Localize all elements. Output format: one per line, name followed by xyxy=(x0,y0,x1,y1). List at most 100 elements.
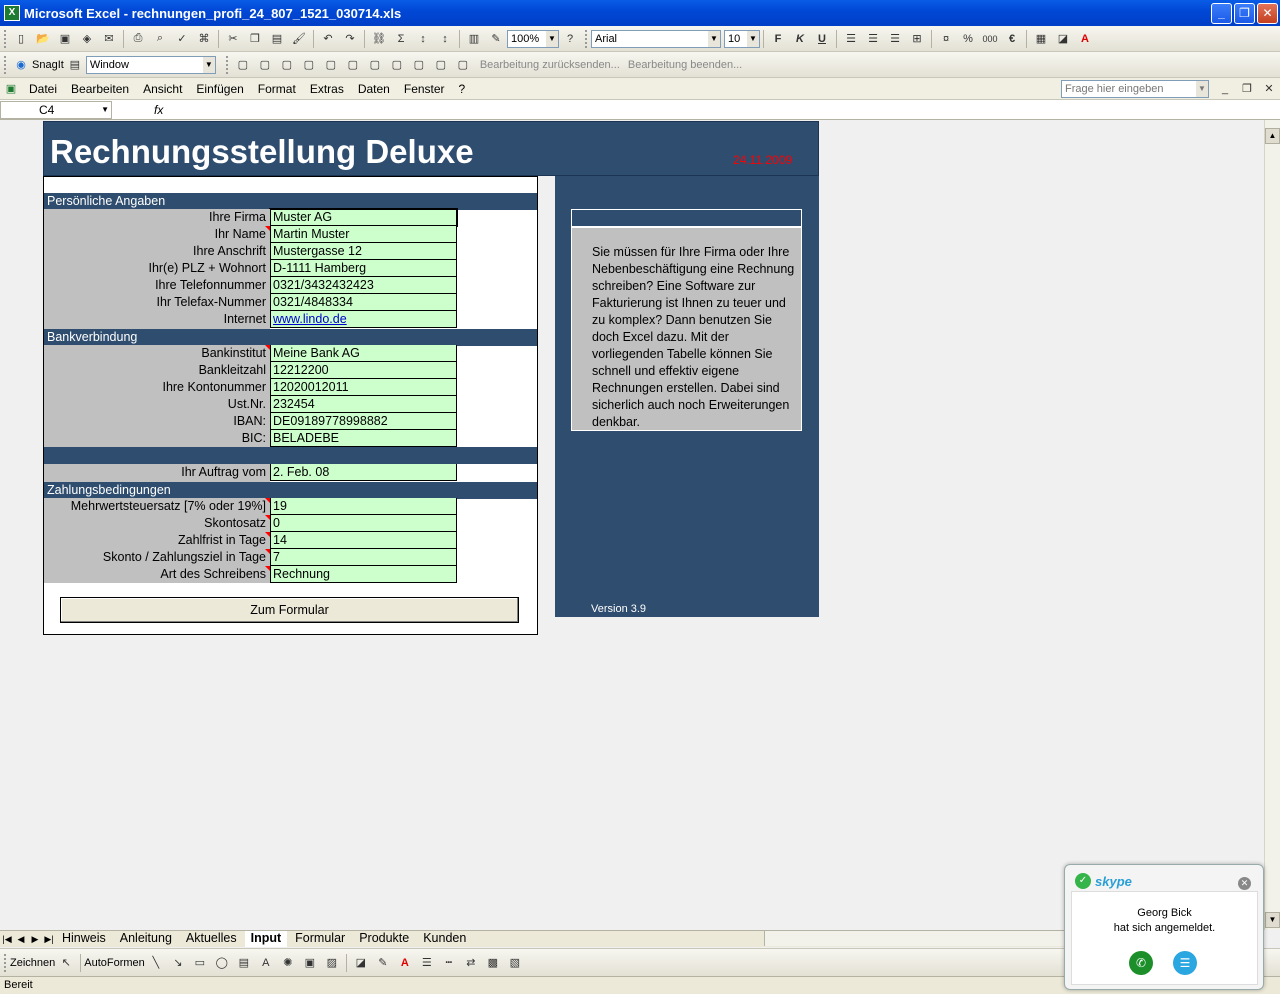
send-back-button[interactable]: Bearbeitung zurücksenden... xyxy=(480,59,620,71)
field-value-blz[interactable]: 12212200 xyxy=(270,362,457,379)
menu-extras[interactable]: Extras xyxy=(310,82,344,96)
chart-wizard-icon[interactable]: ▥ xyxy=(466,31,482,47)
date-cell[interactable]: 24.11.2009 xyxy=(733,153,792,167)
menu-help[interactable]: ? xyxy=(459,82,466,96)
fx-icon[interactable]: fx xyxy=(154,103,163,117)
snagit-button[interactable]: SnagIt xyxy=(32,59,64,71)
help-search-input[interactable]: Frage hier eingeben ▼ xyxy=(1061,79,1209,98)
toolbar-grip[interactable] xyxy=(225,55,229,74)
toolbar-grip[interactable] xyxy=(4,953,7,972)
comment-indicator-icon[interactable] xyxy=(265,345,270,350)
menu-ansicht[interactable]: Ansicht xyxy=(143,82,182,96)
field-value-skontosatz[interactable]: 0 xyxy=(270,515,457,532)
tab-hinweis[interactable]: Hinweis xyxy=(56,931,112,947)
dash-style-icon[interactable]: ┅ xyxy=(441,955,457,971)
align-right-icon[interactable]: ☰ xyxy=(887,31,903,47)
vertical-scrollbar[interactable]: ▲ ▼ xyxy=(1264,120,1280,930)
workbook-restore-icon[interactable]: ❐ xyxy=(1239,81,1255,97)
reviewing-icon[interactable]: ▢ xyxy=(257,57,273,73)
format-painter-icon[interactable]: 🖌 xyxy=(291,31,307,47)
euro-button[interactable]: € xyxy=(1004,31,1020,47)
comment-indicator-icon[interactable] xyxy=(265,498,270,503)
comment-indicator-icon[interactable] xyxy=(265,515,270,520)
minimize-button[interactable]: _ xyxy=(1211,2,1232,24)
menu-fenster[interactable]: Fenster xyxy=(404,82,445,96)
line-color-icon[interactable]: ✎ xyxy=(375,955,391,971)
bold-button[interactable]: F xyxy=(770,31,786,47)
comment-indicator-icon[interactable] xyxy=(265,566,270,571)
print-icon[interactable]: ⎙ xyxy=(130,31,146,47)
field-value-name[interactable]: Martin Muster xyxy=(270,226,457,243)
font-combo[interactable]: Arial ▼ xyxy=(591,29,721,48)
email-icon[interactable]: ✉ xyxy=(101,31,117,47)
thousands-button[interactable]: 000 xyxy=(982,31,998,47)
first-sheet-icon[interactable]: |◀ xyxy=(0,932,14,946)
workbook-close-icon[interactable]: ✕ xyxy=(1261,81,1277,97)
reviewing-icon[interactable]: ▢ xyxy=(433,57,449,73)
last-sheet-icon[interactable]: ▶| xyxy=(42,932,56,946)
field-value-art[interactable]: Rechnung xyxy=(270,566,457,583)
scroll-up-icon[interactable]: ▲ xyxy=(1265,128,1280,144)
new-icon[interactable]: ▯ xyxy=(13,31,29,47)
name-box[interactable]: C4 ▼ xyxy=(0,100,112,119)
autoformen-button[interactable]: AutoFormen xyxy=(84,957,145,969)
oval-icon[interactable]: ◯ xyxy=(214,955,230,971)
field-value-telefon[interactable]: 0321/3432432423 xyxy=(270,277,457,294)
end-review-button[interactable]: Bearbeitung beenden... xyxy=(628,59,742,71)
tab-formular[interactable]: Formular xyxy=(289,931,351,947)
fill-color-icon[interactable]: ◪ xyxy=(353,955,369,971)
reviewing-icon[interactable]: ▢ xyxy=(411,57,427,73)
reviewing-icon[interactable]: ▢ xyxy=(345,57,361,73)
tab-input[interactable]: Input xyxy=(244,931,288,947)
chevron-down-icon[interactable]: ▼ xyxy=(546,30,558,47)
horizontal-scrollbar[interactable] xyxy=(764,931,1064,946)
reviewing-icon[interactable]: ▢ xyxy=(301,57,317,73)
spelling-icon[interactable]: ✓ xyxy=(174,31,190,47)
save-icon[interactable]: ▣ xyxy=(57,31,73,47)
reviewing-icon[interactable]: ▢ xyxy=(367,57,383,73)
textbox-icon[interactable]: ▤ xyxy=(236,955,252,971)
chevron-down-icon[interactable]: ▼ xyxy=(708,30,720,47)
sort-asc-icon[interactable]: ↕ xyxy=(415,31,431,47)
field-value-mwst[interactable]: 19 xyxy=(270,498,457,515)
field-value-firma[interactable]: Muster AG xyxy=(269,208,458,227)
zeichnen-button[interactable]: Zeichnen xyxy=(10,957,55,969)
italic-button[interactable]: K xyxy=(792,31,808,47)
hyperlink-icon[interactable]: ⛓ xyxy=(371,31,387,47)
zoom-combo[interactable]: 100% ▼ xyxy=(507,29,559,48)
toolbar-grip[interactable] xyxy=(4,55,7,74)
font-color-icon[interactable]: A xyxy=(397,955,413,971)
reviewing-icon[interactable]: ▢ xyxy=(323,57,339,73)
restore-button[interactable]: ❐ xyxy=(1234,2,1255,24)
field-value-plz[interactable]: D-1111 Hamberg xyxy=(270,260,457,277)
reviewing-icon[interactable]: ▢ xyxy=(279,57,295,73)
snagit-options-icon[interactable]: ▤ xyxy=(67,57,83,73)
arrow-icon[interactable]: ↘ xyxy=(170,955,186,971)
drawing-icon[interactable]: ✎ xyxy=(488,31,504,47)
workbook-minimize-icon[interactable]: _ xyxy=(1217,81,1233,97)
font-size-combo[interactable]: 10 ▼ xyxy=(724,29,760,48)
shadow-icon[interactable]: ▩ xyxy=(485,955,501,971)
field-value-anschrift[interactable]: Mustergasse 12 xyxy=(270,243,457,260)
autosum-icon[interactable]: Σ xyxy=(393,31,409,47)
comment-indicator-icon[interactable] xyxy=(265,226,270,231)
chat-icon[interactable]: ☰ xyxy=(1173,951,1197,975)
tab-aktuelles[interactable]: Aktuelles xyxy=(180,931,243,947)
percent-button[interactable]: % xyxy=(960,31,976,47)
permission-icon[interactable]: ◈ xyxy=(79,31,95,47)
toolbar-grip[interactable] xyxy=(4,29,7,48)
tab-kunden[interactable]: Kunden xyxy=(417,931,472,947)
sort-desc-icon[interactable]: ↕ xyxy=(437,31,453,47)
print-preview-icon[interactable]: ⌕ xyxy=(152,31,168,47)
field-value-skontoziel[interactable]: 7 xyxy=(270,549,457,566)
menu-datei[interactable]: Datei xyxy=(29,82,57,96)
font-color-icon[interactable]: A xyxy=(1077,31,1093,47)
field-value-bankinstitut[interactable]: Meine Bank AG xyxy=(270,345,457,362)
tab-produkte[interactable]: Produkte xyxy=(353,931,415,947)
scroll-down-icon[interactable]: ▼ xyxy=(1265,912,1280,928)
field-value-telefax[interactable]: 0321/4848334 xyxy=(270,294,457,311)
call-icon[interactable]: ✆ xyxy=(1129,951,1153,975)
cut-icon[interactable]: ✂ xyxy=(225,31,241,47)
snagit-icon[interactable]: ◉ xyxy=(13,57,29,73)
chevron-down-icon[interactable]: ▼ xyxy=(202,56,215,73)
